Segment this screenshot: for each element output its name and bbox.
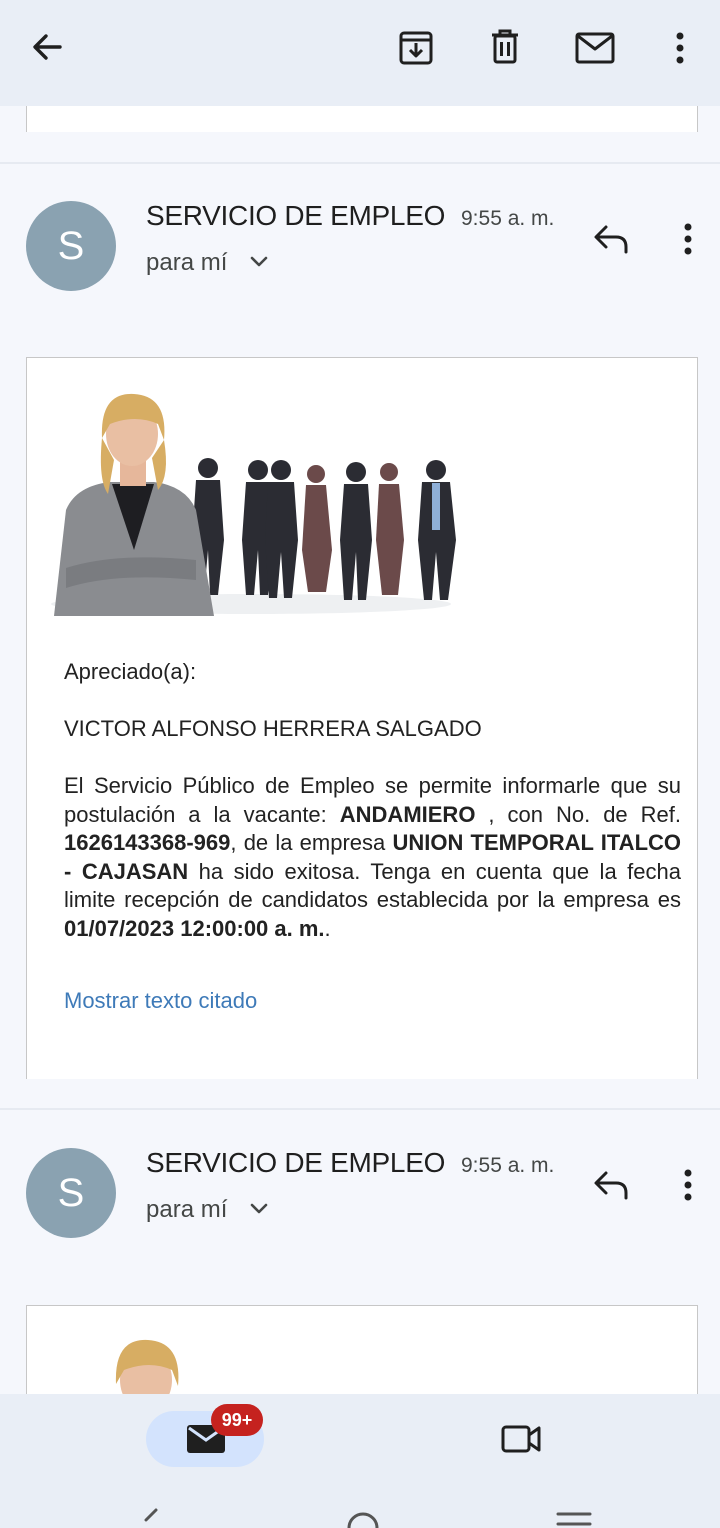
- system-home-icon[interactable]: [346, 1508, 380, 1528]
- more-vert-icon[interactable]: [682, 1168, 694, 1202]
- avatar[interactable]: S: [26, 1148, 116, 1238]
- unread-count-badge: 99+: [211, 1404, 263, 1436]
- system-back-icon[interactable]: [140, 1508, 162, 1528]
- previous-card-bottom: [26, 106, 698, 132]
- reference-number: 1626143368-969: [64, 830, 231, 855]
- chevron-down-icon[interactable]: [249, 1202, 269, 1216]
- show-quoted-text-link[interactable]: Mostrar texto citado: [64, 988, 257, 1014]
- timestamp: 9:55 a. m.: [461, 207, 555, 230]
- sender-name: SERVICIO DE EMPLEO: [146, 200, 446, 231]
- team-photo-image: [100, 1338, 196, 1398]
- reply-icon[interactable]: [592, 224, 630, 254]
- chevron-down-icon[interactable]: [249, 255, 269, 269]
- greeting: Apreciado(a):: [64, 659, 197, 684]
- vacancy-name: ANDAMIERO: [339, 801, 476, 827]
- arrow-back-icon[interactable]: [28, 28, 66, 66]
- reply-icon[interactable]: [592, 1170, 630, 1200]
- recipient-label[interactable]: para mí: [146, 249, 227, 277]
- message-paragraph: El Servicio Público de Empleo se permite…: [64, 773, 682, 941]
- video-camera-icon[interactable]: [500, 1422, 542, 1456]
- more-vert-icon[interactable]: [682, 222, 694, 256]
- team-photo-image: [46, 390, 466, 616]
- recipient-label[interactable]: para mí: [146, 1196, 227, 1224]
- avatar[interactable]: S: [26, 201, 116, 291]
- recipient-full-name: VICTOR ALFONSO HERRERA SALGADO: [64, 716, 482, 741]
- sender-name: SERVICIO DE EMPLEO: [146, 1147, 446, 1178]
- trash-icon[interactable]: [489, 28, 521, 66]
- archive-icon[interactable]: [398, 30, 434, 66]
- mail-icon[interactable]: [575, 32, 615, 64]
- more-vert-icon[interactable]: [674, 31, 686, 65]
- deadline-date: 01/07/2023 12:00:00 a. m.: [64, 915, 325, 941]
- system-recents-icon[interactable]: [556, 1510, 592, 1528]
- timestamp: 9:55 a. m.: [461, 1154, 555, 1177]
